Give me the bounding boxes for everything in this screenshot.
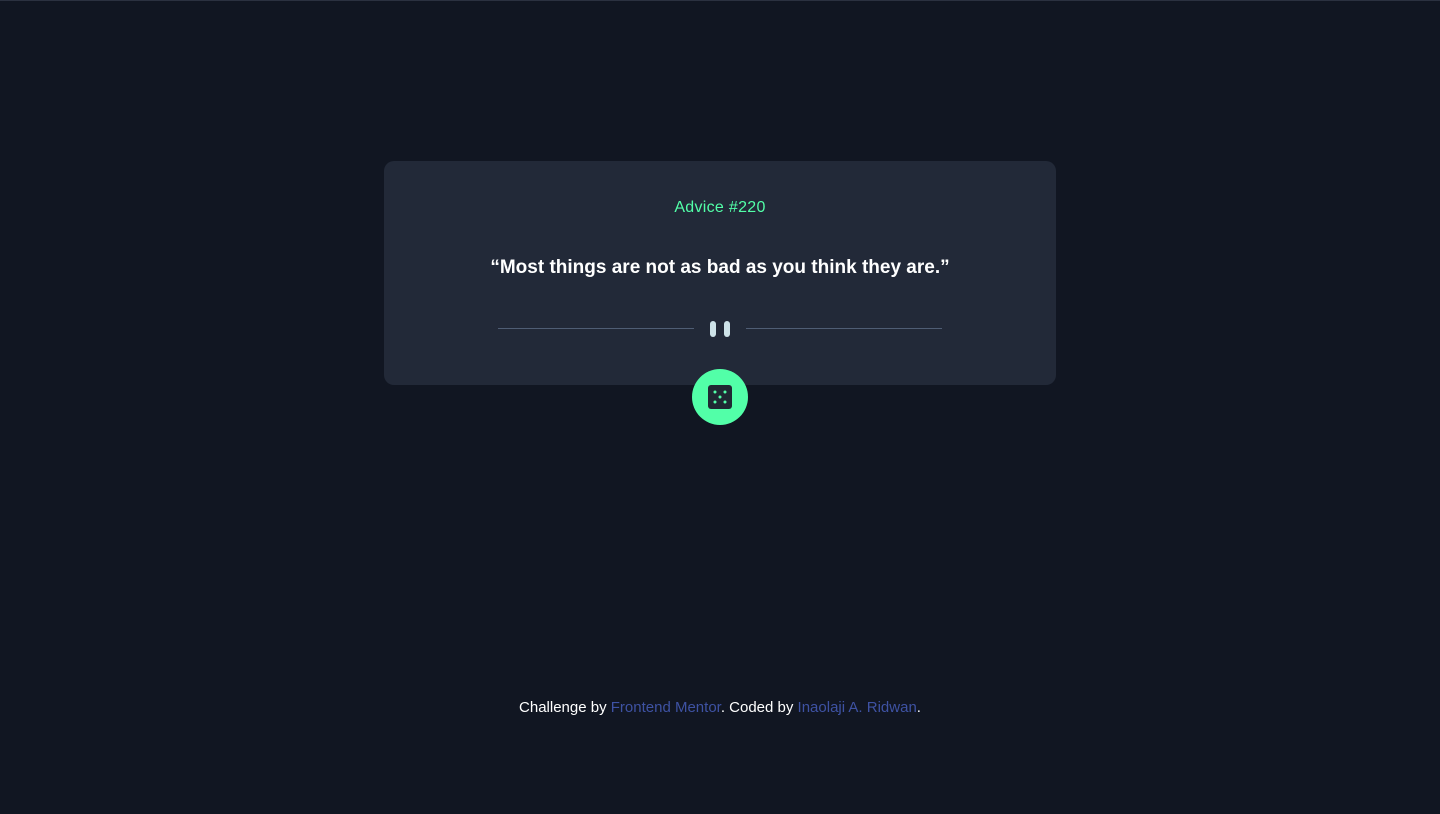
attribution-suffix: . [916,699,921,716]
advice-id: Advice #220 [674,199,766,216]
author-link[interactable]: Inaolaji A. Ridwan [798,699,917,716]
dice-icon [708,385,732,409]
frontend-mentor-link[interactable]: Frontend Mentor [611,699,721,716]
pause-bar-right [724,321,730,337]
pattern-divider [498,321,942,337]
advice-card: Advice #220 “Most things are not as bad … [384,161,1056,385]
top-border [0,0,1440,1]
divider-line-right [746,328,942,329]
advice-quote: “Most things are not as bad as you think… [490,257,950,278]
divider-line-left [498,328,694,329]
attribution-middle: . Coded by [720,699,798,716]
attribution: Challenge by Frontend Mentor. Coded by I… [0,699,1440,716]
pause-icon [710,321,730,337]
attribution-prefix: Challenge by [519,699,611,716]
pause-bar-left [710,321,716,337]
generate-advice-button[interactable] [692,369,748,425]
